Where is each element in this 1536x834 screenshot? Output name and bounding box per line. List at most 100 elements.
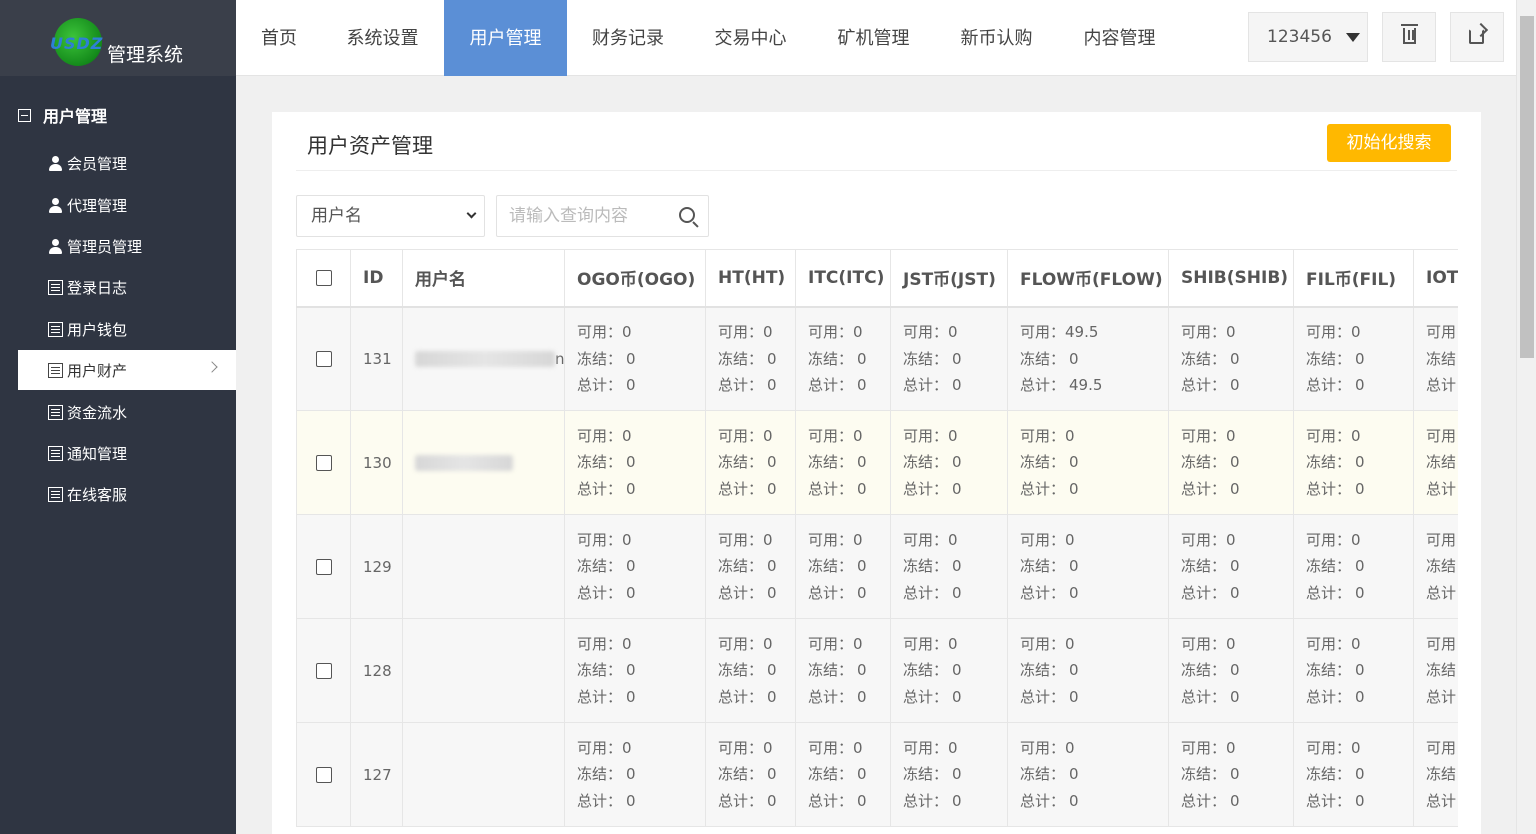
coin-balance-cell: 可用：0 冻结： 0 总计： 0 <box>1293 306 1414 411</box>
balance-frozen: 冻结： 0 <box>718 449 795 476</box>
balance-frozen: 冻结： 0 <box>1181 761 1293 788</box>
balance-total: 总计： 0 <box>718 476 795 503</box>
tab-finance-records[interactable]: 财务记录 <box>572 0 684 76</box>
sidebar-item-cashflow[interactable]: 资金流水 <box>18 392 236 432</box>
select-all-checkbox[interactable] <box>316 269 332 286</box>
balance-value: 0 <box>626 661 636 680</box>
balance-value: 0 <box>1069 453 1079 472</box>
logo-text: USDZ <box>50 34 104 53</box>
balance-value: 0 <box>853 530 863 549</box>
balance-available: 可用：0 <box>718 631 795 658</box>
balance-value: 0 <box>1230 791 1240 810</box>
balance-total: 总计： 0 <box>808 476 890 503</box>
search-field-select[interactable]: 用户名 <box>296 195 485 237</box>
username-suffix: n <box>555 349 565 368</box>
table-row[interactable]: 127 可用：0 冻结： 0 总计： 0 可用：0 冻结： 0 总计： 0 可用：0 冻结： 0 总计： 0 可… <box>296 722 1458 827</box>
row-id: 127 <box>350 722 403 827</box>
tab-system-settings[interactable]: 系统设置 <box>326 0 439 76</box>
search-icon[interactable] <box>679 207 695 223</box>
search-input[interactable] <box>497 196 667 236</box>
sidebar-item-members[interactable]: 会员管理 <box>18 143 236 183</box>
table-row[interactable]: 128 可用：0 冻结： 0 总计： 0 可用：0 冻结： 0 总计： 0 可用：0 冻结： 0 总计： 0 可… <box>296 618 1458 723</box>
balance-available: 可用：0 <box>808 735 890 762</box>
page-title: 用户资产管理 <box>307 134 433 158</box>
balance-total: 总计： 0 <box>1181 788 1293 815</box>
clear-cache-button[interactable] <box>1382 12 1436 62</box>
balance-value: 0 <box>1226 426 1236 445</box>
balance-value: 0 <box>1065 426 1075 445</box>
balance-available: 可用：0 <box>1306 319 1413 346</box>
balance-available: 可用： <box>1426 735 1458 762</box>
balance-available: 可用： <box>1426 527 1458 554</box>
coin-balance-cell: 可用：0 冻结： 0 总计： 0 <box>1293 410 1414 515</box>
balance-label: 冻结： <box>718 557 764 576</box>
balance-value: 0 <box>763 738 773 757</box>
sidebar-item-support[interactable]: 在线客服 <box>18 474 236 514</box>
sidebar-item-wallet[interactable]: 用户钱包 <box>18 309 236 349</box>
sidebar-item-assets[interactable]: 用户财产 <box>18 350 236 390</box>
balance-available: 可用： <box>1426 319 1458 346</box>
balance-total: 总计： 0 <box>1306 580 1413 607</box>
balance-label: 可用： <box>718 323 764 341</box>
person-icon <box>48 197 63 213</box>
tab-content-management[interactable]: 内容管理 <box>1063 0 1176 76</box>
row-id: 129 <box>350 514 403 619</box>
balance-frozen: 冻结： 0 <box>903 761 1007 788</box>
balance-frozen: 冻结： 0 <box>903 346 1007 373</box>
scrollbar-thumb[interactable] <box>1520 16 1534 358</box>
header-ogo: OGO币(OGO) <box>564 249 706 308</box>
balance-frozen: 冻结： 0 <box>718 346 795 373</box>
table-row[interactable]: 130 可用：0 冻结： 0 总计： 0 可用：0 冻结： 0 总计： 0 可用：0 冻结： 0 总计： 0 可… <box>296 410 1458 515</box>
balance-frozen: 冻结： 0 <box>1020 346 1168 373</box>
logout-button[interactable] <box>1450 12 1504 62</box>
balance-value: 0 <box>626 687 636 706</box>
balance-value: 0 <box>1230 583 1240 602</box>
row-checkbox[interactable] <box>316 455 332 471</box>
user-dropdown[interactable]: 123456 <box>1248 12 1368 62</box>
header-ht: HT(HT) <box>705 249 796 308</box>
sidebar-item-notices[interactable]: 通知管理 <box>18 433 236 473</box>
balance-total: 总计： 0 <box>903 580 1007 607</box>
balance-label: 可用： <box>1020 634 1066 653</box>
balance-value: 0 <box>1230 479 1240 498</box>
sidebar-item-login-log[interactable]: 登录日志 <box>18 267 236 307</box>
tab-miner-management[interactable]: 矿机管理 <box>817 0 930 76</box>
table-row[interactable]: 131 n 可用：0 冻结： 0 总计： 0 可用：0 冻结： 0 总计： 0 可用：0 冻结： 0 总计： 0… <box>296 306 1458 411</box>
tab-trading-center[interactable]: 交易中心 <box>694 0 807 76</box>
balance-value: 0 <box>1226 634 1236 653</box>
sidebar-group-header[interactable]: 用户管理 <box>18 103 107 127</box>
row-checkbox-cell <box>296 306 351 411</box>
balance-available: 可用：0 <box>1020 423 1168 450</box>
balance-label: 冻结： <box>1181 453 1227 472</box>
balance-label: 可用： <box>718 634 764 653</box>
coin-balance-cell: 可用：0 冻结： 0 总计： 0 <box>1007 514 1169 619</box>
balance-label: 冻结： <box>903 453 949 472</box>
balance-frozen: 冻结： <box>1426 657 1458 684</box>
logo[interactable]: USDZ 管理系统 <box>0 0 236 76</box>
balance-label: 冻结： <box>808 661 854 680</box>
balance-value: 0 <box>857 376 867 394</box>
row-checkbox[interactable] <box>316 663 332 679</box>
balance-value: 0 <box>767 349 777 368</box>
balance-frozen: 冻结： 0 <box>1020 761 1168 788</box>
tab-user-management[interactable]: 用户管理 <box>444 0 567 76</box>
tab-new-coin-subscription[interactable]: 新币认购 <box>940 0 1053 76</box>
balance-label: 可用： <box>1020 426 1066 445</box>
row-checkbox[interactable] <box>316 559 332 575</box>
balance-total: 总计： <box>1426 580 1458 607</box>
balance-label: 可用： <box>718 738 764 757</box>
tab-home[interactable]: 首页 <box>236 0 322 76</box>
header-jst: JST币(JST) <box>890 249 1008 308</box>
vertical-scrollbar[interactable] <box>1516 0 1536 834</box>
row-checkbox[interactable] <box>316 351 332 368</box>
init-search-button[interactable]: 初始化搜索 <box>1327 124 1451 162</box>
row-checkbox[interactable] <box>316 767 332 783</box>
sidebar-item-admins[interactable]: 管理员管理 <box>18 226 236 266</box>
coin-balance-cell: 可用： 冻结： 总计： <box>1413 722 1458 827</box>
sidebar-item-agents[interactable]: 代理管理 <box>18 185 236 225</box>
balance-value: 0 <box>1069 557 1079 576</box>
balance-value: 0 <box>1065 634 1075 653</box>
chevron-down-icon <box>466 208 477 219</box>
table-row[interactable]: 129 可用：0 冻结： 0 总计： 0 可用：0 冻结： 0 总计： 0 可用：0 冻结： 0 总计： 0 可… <box>296 514 1458 619</box>
coin-balance-cell: 可用：0 冻结： 0 总计： 0 <box>795 306 891 411</box>
